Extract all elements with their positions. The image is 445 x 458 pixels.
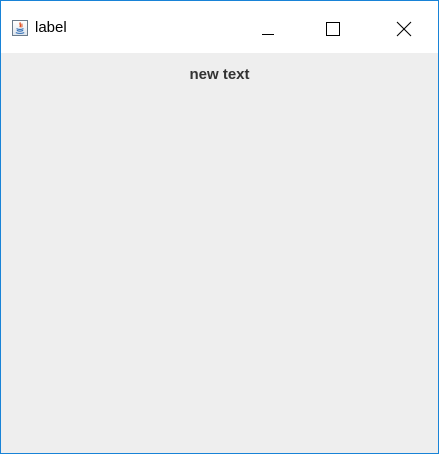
text-label: new text: [189, 66, 250, 83]
close-button[interactable]: [381, 7, 427, 51]
close-icon: [396, 21, 412, 37]
java-icon[interactable]: [12, 20, 28, 36]
maximize-icon: [326, 22, 340, 36]
title-bar[interactable]: label: [1, 1, 438, 53]
maximize-button[interactable]: [310, 7, 356, 51]
minimize-icon: [262, 34, 274, 35]
content-panel: new text: [1, 53, 438, 453]
app-window: label new text: [0, 0, 439, 454]
window-title: label: [35, 19, 67, 36]
minimize-button[interactable]: [245, 7, 291, 51]
